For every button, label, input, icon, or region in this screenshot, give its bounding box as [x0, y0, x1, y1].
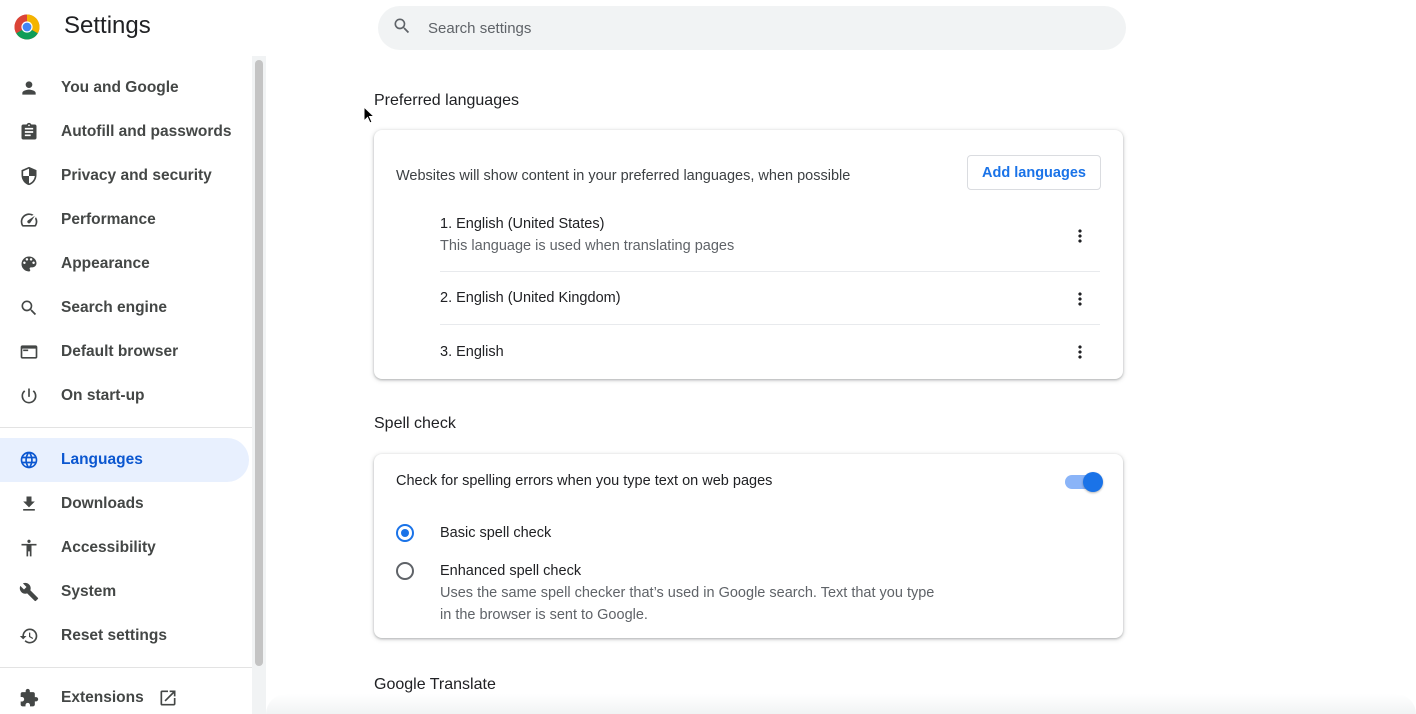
language-row-1: 1. English (United States) This language…: [440, 216, 1100, 254]
row-divider: [440, 271, 1100, 272]
download-icon: [18, 493, 40, 515]
sidebar-item-label: Privacy and security: [61, 167, 212, 184]
google-translate-heading: Google Translate: [374, 676, 496, 693]
sidebar-item-label: Performance: [61, 211, 156, 228]
sidebar-item-default-browser[interactable]: Default browser: [0, 330, 249, 374]
page-title: Settings: [64, 12, 151, 39]
language-name: 2. English (United Kingdom): [440, 290, 621, 306]
basic-spell-check-radio[interactable]: [396, 524, 414, 542]
accessibility-icon: [18, 537, 40, 559]
shield-icon: [18, 165, 40, 187]
sidebar-item-on-startup[interactable]: On start-up: [0, 374, 249, 418]
search-icon: [18, 297, 40, 319]
sidebar-item-extensions[interactable]: Extensions: [0, 676, 249, 714]
sidebar-item-label: System: [61, 583, 117, 600]
sidebar-item-performance[interactable]: Performance: [0, 198, 249, 242]
add-languages-button[interactable]: Add languages: [967, 155, 1101, 190]
spell-check-toggle[interactable]: [1065, 472, 1103, 492]
preferred-languages-heading: Preferred languages: [374, 92, 519, 109]
wrench-icon: [18, 581, 40, 603]
globe-icon: [18, 449, 40, 471]
search-box[interactable]: [378, 6, 1126, 50]
sidebar-item-label: On start-up: [61, 387, 145, 404]
sidebar-item-label: Reset settings: [61, 627, 167, 644]
bottom-shadow: [266, 694, 1416, 714]
preferred-languages-description: Websites will show content in your prefe…: [396, 168, 851, 184]
sidebar-item-system[interactable]: System: [0, 570, 249, 614]
language-row-2: 2. English (United Kingdom): [440, 290, 1100, 306]
search-input[interactable]: [428, 19, 1028, 37]
sidebar-item-accessibility[interactable]: Accessibility: [0, 526, 249, 570]
language-note: This language is used when translating p…: [440, 238, 735, 254]
language-name: 3. English: [440, 344, 504, 360]
browser-window-icon: [18, 341, 40, 363]
power-icon: [18, 385, 40, 407]
language-row-3: 3. English: [440, 344, 1100, 360]
language-name: 1. English (United States): [440, 216, 605, 232]
sidebar-item-label: Languages: [61, 451, 143, 468]
mouse-cursor-icon: [363, 105, 376, 124]
toggle-thumb: [1083, 472, 1103, 492]
sidebar-item-label: Default browser: [61, 343, 179, 360]
sidebar-item-label: Appearance: [61, 255, 150, 272]
sidebar-item-search-engine[interactable]: Search engine: [0, 286, 249, 330]
sidebar-item-label: Accessibility: [61, 539, 156, 556]
speedometer-icon: [18, 209, 40, 231]
clipboard-icon: [18, 121, 40, 143]
row-divider: [440, 324, 1100, 325]
sidebar-item-label: Downloads: [61, 495, 144, 512]
sidebar-divider: [0, 427, 252, 428]
sidebar-item-label: You and Google: [61, 79, 179, 96]
search-icon: [392, 16, 412, 41]
sidebar-divider: [0, 667, 252, 668]
enhanced-spell-check-label: Enhanced spell check: [440, 563, 582, 579]
sidebar-item-label: Extensions: [61, 689, 144, 706]
person-icon: [18, 77, 40, 99]
sidebar-item-appearance[interactable]: Appearance: [0, 242, 249, 286]
sidebar-item-downloads[interactable]: Downloads: [0, 482, 249, 526]
enhanced-spell-check-radio[interactable]: [396, 562, 414, 580]
spell-check-toggle-label: Check for spelling errors when you type …: [396, 473, 773, 489]
sidebar-item-privacy[interactable]: Privacy and security: [0, 154, 249, 198]
sidebar-item-reset-settings[interactable]: Reset settings: [0, 614, 249, 658]
history-icon: [18, 625, 40, 647]
palette-icon: [18, 253, 40, 275]
basic-spell-check-label: Basic spell check: [440, 525, 552, 541]
more-vert-icon[interactable]: [1068, 224, 1092, 248]
more-vert-icon[interactable]: [1068, 340, 1092, 364]
spell-check-card: Check for spelling errors when you type …: [374, 454, 1123, 638]
chrome-logo-icon: [14, 14, 40, 40]
sidebar-item-label: Autofill and passwords: [61, 123, 232, 140]
open-in-new-icon: [158, 688, 178, 708]
sidebar-item-autofill[interactable]: Autofill and passwords: [0, 110, 249, 154]
sidebar: You and Google Autofill and passwords Pr…: [0, 66, 252, 714]
more-vert-icon[interactable]: [1068, 287, 1092, 311]
sidebar-item-languages[interactable]: Languages: [0, 438, 249, 482]
sidebar-scrollbar-thumb[interactable]: [255, 60, 263, 666]
spell-check-heading: Spell check: [374, 415, 456, 432]
enhanced-spell-check-description: Uses the same spell checker that’s used …: [440, 585, 935, 623]
sidebar-item-you-and-google[interactable]: You and Google: [0, 66, 249, 110]
puzzle-icon: [18, 687, 40, 709]
preferred-languages-card: Websites will show content in your prefe…: [374, 130, 1123, 379]
sidebar-item-label: Search engine: [61, 299, 167, 316]
